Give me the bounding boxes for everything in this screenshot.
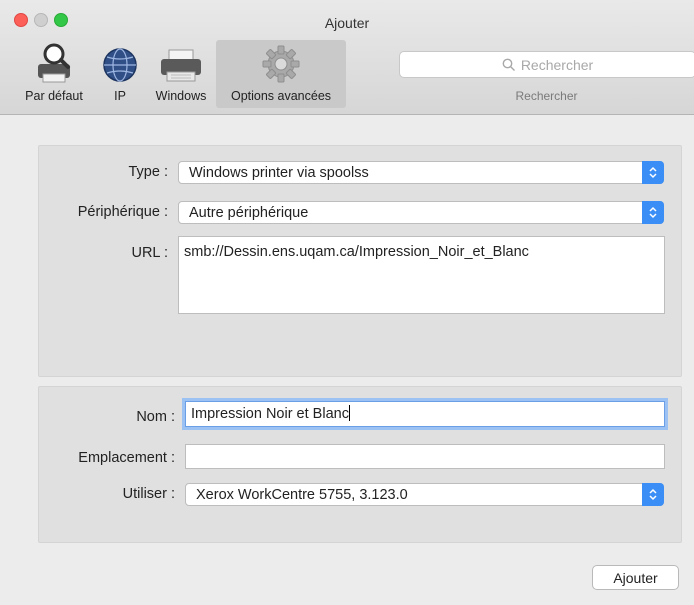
toolbar-default[interactable]: Par défaut <box>14 40 94 108</box>
url-label: URL : <box>131 245 168 261</box>
globe-icon <box>98 40 142 84</box>
device-value: Autre périphérique <box>189 205 309 221</box>
search-icon <box>502 58 515 71</box>
chevron-updown-icon <box>642 161 664 184</box>
name-value: Impression Noir et Blanc <box>191 406 349 422</box>
toolbar-windows-label: Windows <box>155 89 207 103</box>
toolbar-advanced-options-label: Options avancées <box>230 89 332 103</box>
device-label: Périphérique : <box>77 204 168 220</box>
add-printer-window: Ajouter Par défaut IP Windows Options av… <box>0 0 694 605</box>
device-popup[interactable]: Autre périphérique <box>178 201 664 224</box>
use-label: Utiliser : <box>122 486 175 502</box>
title-toolbar: Ajouter Par défaut IP Windows Options av… <box>0 0 694 115</box>
chevron-updown-icon <box>642 201 664 224</box>
type-label: Type : <box>128 164 169 180</box>
toolbar-advanced-options[interactable]: Options avancées <box>216 40 346 108</box>
toolbar-ip[interactable]: IP <box>98 40 142 108</box>
default-printer-icon <box>32 40 76 84</box>
url-value: smb://Dessin.ens.uqam.ca/Impression_Noir… <box>184 244 529 260</box>
chevron-updown-icon <box>642 483 664 506</box>
name-field[interactable]: Impression Noir et Blanc <box>185 401 665 427</box>
window-title: Ajouter <box>324 15 370 31</box>
toolbar-default-label: Par défaut <box>25 89 83 103</box>
location-label: Emplacement : <box>78 450 175 466</box>
toolbar-ip-label: IP <box>114 89 126 103</box>
use-popup[interactable]: Xerox WorkCentre 5755, 3.123.0 <box>185 483 664 506</box>
url-field[interactable]: smb://Dessin.ens.uqam.ca/Impression_Noir… <box>178 236 665 314</box>
name-label: Nom : <box>136 409 175 425</box>
type-popup[interactable]: Windows printer via spoolss <box>178 161 664 184</box>
search-placeholder: Rechercher <box>520 56 594 73</box>
gear-icon <box>259 40 303 84</box>
toolbar-windows[interactable]: Windows <box>149 40 213 108</box>
add-button[interactable]: Ajouter <box>592 565 679 590</box>
location-field[interactable] <box>185 444 665 469</box>
text-caret <box>348 405 350 421</box>
use-value: Xerox WorkCentre 5755, 3.123.0 <box>196 487 408 503</box>
type-value: Windows printer via spoolss <box>189 165 369 181</box>
search-input[interactable]: Rechercher <box>399 51 694 78</box>
search-caption: Rechercher <box>515 89 578 103</box>
printer-icon <box>159 40 203 84</box>
